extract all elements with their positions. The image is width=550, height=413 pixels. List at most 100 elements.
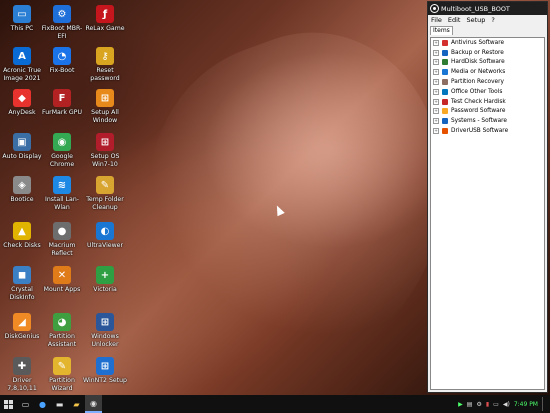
harddisk-icon bbox=[442, 59, 448, 66]
monitor-icon: ▭ bbox=[13, 5, 31, 23]
tree-item-label: HardDisk Software bbox=[451, 59, 505, 66]
desktop-icon-partition-assistant[interactable]: ◕ Partition Assistant bbox=[39, 313, 85, 348]
expand-icon[interactable]: + bbox=[433, 39, 439, 46]
tree-item-label: Partition Recovery bbox=[451, 79, 504, 86]
desktop-icon-label: Windows Unlocker bbox=[91, 333, 119, 348]
desktop-icon-label: Reset password bbox=[90, 67, 120, 82]
furmark-icon: F bbox=[53, 89, 71, 107]
desktop-icon-install-lan-wlan[interactable]: ≋ Install Lan-Wlan bbox=[39, 176, 85, 211]
broom-icon: ✎ bbox=[96, 176, 114, 194]
menu-edit[interactable]: Edit bbox=[448, 16, 461, 24]
menu-help[interactable]: ? bbox=[491, 16, 494, 24]
window-title: Multiboot_USB_BOOT bbox=[441, 4, 510, 13]
windows-setup-icon: ⊞ bbox=[96, 133, 114, 151]
winntsetup-icon: ⊞ bbox=[96, 357, 114, 375]
items-tree: + Antivirus Software + Backup or Restore + Ha… bbox=[430, 37, 545, 390]
tree-item-media-or-networks[interactable]: + Media or Networks bbox=[431, 67, 544, 77]
menu-bar: File Edit Setup ? bbox=[428, 15, 547, 25]
plus-icon: + bbox=[96, 266, 114, 284]
desktop-icon-mount-apps[interactable]: ✕ Mount Apps bbox=[39, 266, 85, 294]
windows-start-icon[interactable] bbox=[0, 395, 17, 413]
tree-item-label: Password Software bbox=[451, 108, 506, 115]
menu-setup[interactable]: Setup bbox=[466, 16, 485, 24]
desktop-icon-reset-password[interactable]: ⚷ Reset password bbox=[82, 47, 128, 82]
tree-item-driverusb-software[interactable]: + DriverUSB Software bbox=[431, 126, 544, 136]
fixboot-icon: ⚙ bbox=[53, 5, 71, 23]
desktop-icon-victoria[interactable]: + Victoria bbox=[82, 266, 128, 294]
desktop-icon-furmark-gpu[interactable]: F FurMark GPU bbox=[39, 89, 85, 117]
desktop-icon-ultraviewer[interactable]: ◐ UltraViewer bbox=[82, 222, 128, 250]
taskbar-globe-icon[interactable]: ● bbox=[34, 395, 51, 413]
tree-item-backup-or-restore[interactable]: + Backup or Restore bbox=[431, 48, 544, 58]
desktop-icon-winnt2-setup[interactable]: ⊞ WinNT2 Setup bbox=[82, 357, 128, 385]
expand-icon[interactable]: + bbox=[433, 98, 439, 105]
window-titlebar[interactable]: Multiboot_USB_BOOT bbox=[428, 2, 547, 15]
taskbar-clock[interactable]: 7:49 PM bbox=[514, 401, 538, 408]
tree-item-label: Test Check Hardisk bbox=[451, 98, 506, 105]
tree-item-partition-recovery[interactable]: + Partition Recovery bbox=[431, 77, 544, 87]
systems-icon bbox=[442, 118, 448, 125]
desktop-icon-label: FixBoot MBR-EFI bbox=[41, 25, 83, 40]
tray-play-icon[interactable]: ▶ bbox=[458, 401, 463, 408]
tray-tools-icon[interactable]: ⚙ bbox=[476, 401, 481, 408]
anydesk-icon: ◆ bbox=[13, 89, 31, 107]
taskbar-folder-icon[interactable]: ▰ bbox=[68, 395, 85, 413]
display-icon: ▣ bbox=[13, 133, 31, 151]
tray-usb-icon[interactable]: ▮ bbox=[486, 401, 489, 408]
tree-item-password-software[interactable]: + Password Software bbox=[431, 107, 544, 117]
test-icon bbox=[442, 98, 448, 105]
desktop-icon-relax-game[interactable]: ƒ ReLax Game bbox=[82, 5, 128, 33]
expand-icon[interactable]: + bbox=[433, 128, 439, 135]
tab-items[interactable]: Items bbox=[430, 26, 453, 35]
acronis-icon: A bbox=[13, 47, 31, 65]
desktop-icon-label: Partition Wizard bbox=[49, 377, 75, 392]
expand-icon[interactable]: + bbox=[433, 118, 439, 125]
macrium-icon: ● bbox=[53, 222, 71, 240]
password-icon bbox=[442, 108, 448, 115]
multiboot-window: Multiboot_USB_BOOT File Edit Setup ? Ite… bbox=[427, 1, 548, 393]
expand-icon[interactable]: + bbox=[433, 49, 439, 56]
tools-icon: ✕ bbox=[53, 266, 71, 284]
desktop-icon-windows-unlocker[interactable]: ⊞ Windows Unlocker bbox=[82, 313, 128, 348]
pie-chart-icon: ◔ bbox=[53, 47, 71, 65]
expand-icon[interactable]: + bbox=[433, 59, 439, 66]
bootice-icon: ◈ bbox=[13, 176, 31, 194]
desktop-icon-google-chrome[interactable]: ◉ Google Chrome bbox=[39, 133, 85, 168]
desktop-icon-macrium-reflect[interactable]: ● Macrium Reflect bbox=[39, 222, 85, 257]
desktop-icon-fix-boot[interactable]: ◔ Fix-Boot bbox=[39, 47, 85, 75]
tree-item-label: Systems - Software bbox=[451, 118, 507, 125]
desktop-icon-fixboot-mbr-efi[interactable]: ⚙ FixBoot MBR-EFI bbox=[39, 5, 85, 40]
desktop-icon-label: FurMark GPU bbox=[42, 109, 82, 116]
tray-volume-icon[interactable]: ◀) bbox=[503, 401, 510, 408]
taskbar-computer-icon[interactable]: ▭ bbox=[17, 395, 34, 413]
desktop-icon-label: Setup OS Win7-10 bbox=[90, 153, 120, 168]
ultraviewer-icon: ◐ bbox=[96, 222, 114, 240]
menu-file[interactable]: File bbox=[431, 16, 442, 24]
expand-icon[interactable]: + bbox=[433, 108, 439, 115]
expand-icon[interactable]: + bbox=[433, 88, 439, 95]
taskbar-multiboot-icon[interactable]: ◉ bbox=[85, 395, 102, 413]
desktop-icon-label: Macrium Reflect bbox=[48, 242, 76, 257]
show-desktop-button[interactable] bbox=[542, 397, 546, 411]
expand-icon[interactable]: + bbox=[433, 79, 439, 86]
tree-item-harddisk-software[interactable]: + HardDisk Software bbox=[431, 58, 544, 68]
tree-item-antivirus-software[interactable]: + Antivirus Software bbox=[431, 38, 544, 48]
tree-item-office-other-tools[interactable]: + Office Other Tools bbox=[431, 87, 544, 97]
desktop-icon-partition-wizard[interactable]: ✎ Partition Wizard bbox=[39, 357, 85, 392]
taskbar-keyboard-icon[interactable]: ▬ bbox=[51, 395, 68, 413]
desktop-icon-label: WinNT2 Setup bbox=[83, 377, 127, 384]
tray-network-icon[interactable]: ▤ bbox=[467, 401, 473, 408]
backup-icon bbox=[442, 49, 448, 56]
tray-monitor-icon[interactable]: ▭ bbox=[493, 401, 499, 408]
tree-item-label: Media or Networks bbox=[451, 69, 506, 76]
desktop-icon-setup-all-window[interactable]: ⊞ Setup All Window bbox=[82, 89, 128, 124]
wifi-icon: ≋ bbox=[53, 176, 71, 194]
desktop-icon-setup-os-win7-10[interactable]: ⊞ Setup OS Win7-10 bbox=[82, 133, 128, 168]
expand-icon[interactable]: + bbox=[433, 69, 439, 76]
desktop-icon-label: ReLax Game bbox=[85, 25, 125, 32]
tree-item-test-check-hardisk[interactable]: + Test Check Hardisk bbox=[431, 97, 544, 107]
tree-item-label: Antivirus Software bbox=[451, 39, 505, 46]
driverusb-icon bbox=[442, 128, 448, 135]
desktop-icon-temp-folder-cleanup[interactable]: ✎ Temp Folder Cleanup bbox=[82, 176, 128, 211]
tree-item-systems-software[interactable]: + Systems - Software bbox=[431, 116, 544, 126]
